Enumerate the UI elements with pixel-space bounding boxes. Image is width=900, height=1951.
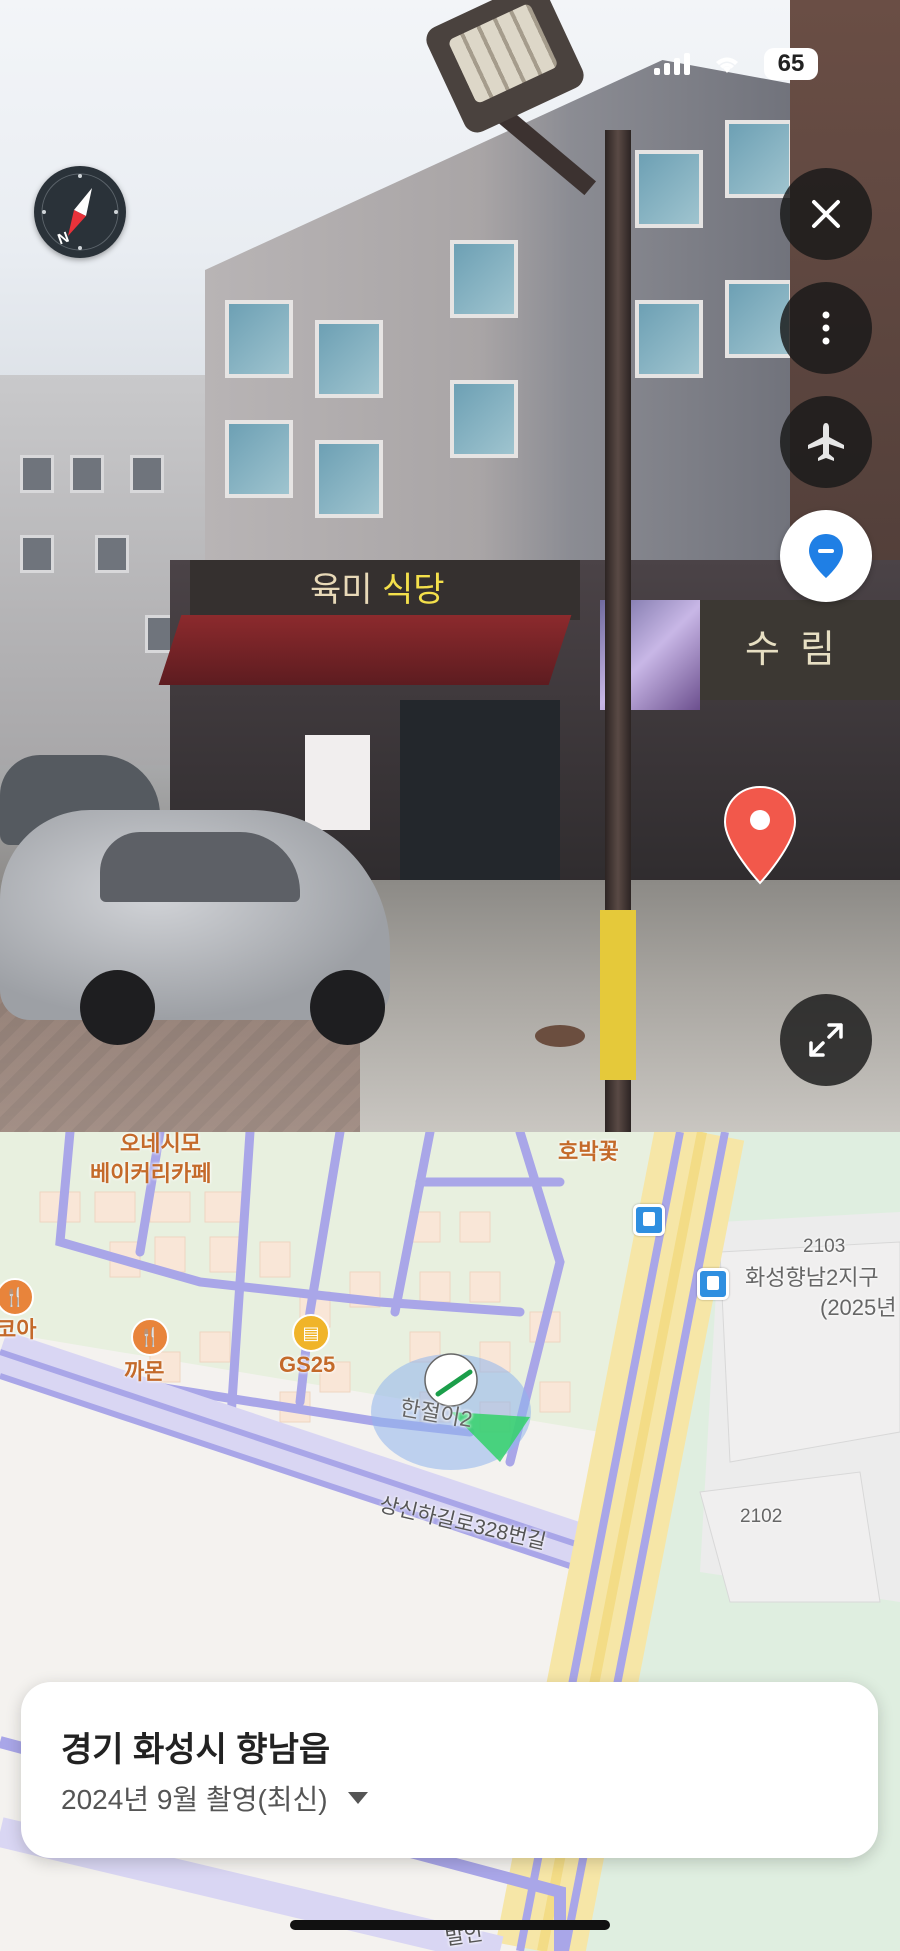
- more-vertical-icon: [822, 311, 830, 345]
- close-icon: [812, 200, 840, 228]
- battery-indicator: 65: [764, 48, 818, 80]
- status-bar: 65: [654, 48, 818, 80]
- location-info-card[interactable]: 경기 화성시 향남읍 2024년 9월 촬영(최신): [21, 1682, 878, 1858]
- home-indicator[interactable]: [290, 1920, 610, 1930]
- wifi-icon: [716, 57, 738, 73]
- expand-button[interactable]: [780, 994, 872, 1086]
- poi-gs25[interactable]: GS25: [279, 1352, 335, 1378]
- location-title: 경기 화성시 향남읍: [61, 1731, 331, 1769]
- compass-button[interactable]: N: [34, 166, 126, 258]
- pole-sticker: [600, 910, 636, 1080]
- poi-hobakkkot[interactable]: 호박꽃: [558, 1134, 619, 1166]
- expand-icon: [809, 1023, 843, 1057]
- bus-stop-icon-2[interactable]: [697, 1268, 729, 1300]
- close-button[interactable]: [780, 168, 872, 260]
- bus-stop-icon[interactable]: [633, 1204, 665, 1236]
- poi-koa[interactable]: 코아: [0, 1312, 36, 1344]
- poi-bakery-line2[interactable]: 베이커리카페: [90, 1156, 211, 1188]
- manhole-cover: [535, 1025, 585, 1047]
- restaurant-sign: 육미 식당: [190, 560, 580, 620]
- parked-silver-car: [0, 810, 390, 1045]
- street-view-panorama[interactable]: 육미 식당 수림 65 N: [0, 0, 900, 1132]
- sign-main-text: 육미: [310, 571, 373, 609]
- district-label-line2: (2025년: [820, 1295, 897, 1320]
- poi-bakery-line1[interactable]: 오네시모: [120, 1132, 201, 1158]
- more-options-button[interactable]: [780, 282, 872, 374]
- restaurant-icon-2[interactable]: 🍴: [131, 1318, 169, 1356]
- chevron-down-icon: [347, 1792, 368, 1804]
- convenience-store-icon[interactable]: ▤: [292, 1314, 330, 1352]
- capture-date-selector[interactable]: 2024년 9월 촬영(최신): [61, 1778, 368, 1818]
- destination-pin-icon[interactable]: [722, 785, 798, 885]
- sign-accent-text: 식당: [382, 571, 445, 609]
- signal-icon: [654, 53, 690, 75]
- airplane-icon: [808, 423, 844, 461]
- location-pin-icon: [809, 534, 843, 578]
- apt-2102-label: 2102: [740, 1506, 783, 1527]
- red-awning: [158, 615, 572, 685]
- aerial-view-button[interactable]: [780, 396, 872, 488]
- apt-2103-label: 2103: [803, 1236, 846, 1257]
- menu-board: [305, 735, 370, 830]
- capture-date-text: 2024년 9월 촬영(최신): [61, 1784, 328, 1815]
- shop-sign-right: 수림: [700, 600, 900, 700]
- show-location-button[interactable]: [780, 510, 872, 602]
- poi-kkamon[interactable]: 까몬: [124, 1354, 164, 1386]
- district-label-line1[interactable]: 화성향남2지구: [745, 1260, 879, 1292]
- compass-icon: [41, 173, 119, 251]
- shop-door: [400, 700, 560, 890]
